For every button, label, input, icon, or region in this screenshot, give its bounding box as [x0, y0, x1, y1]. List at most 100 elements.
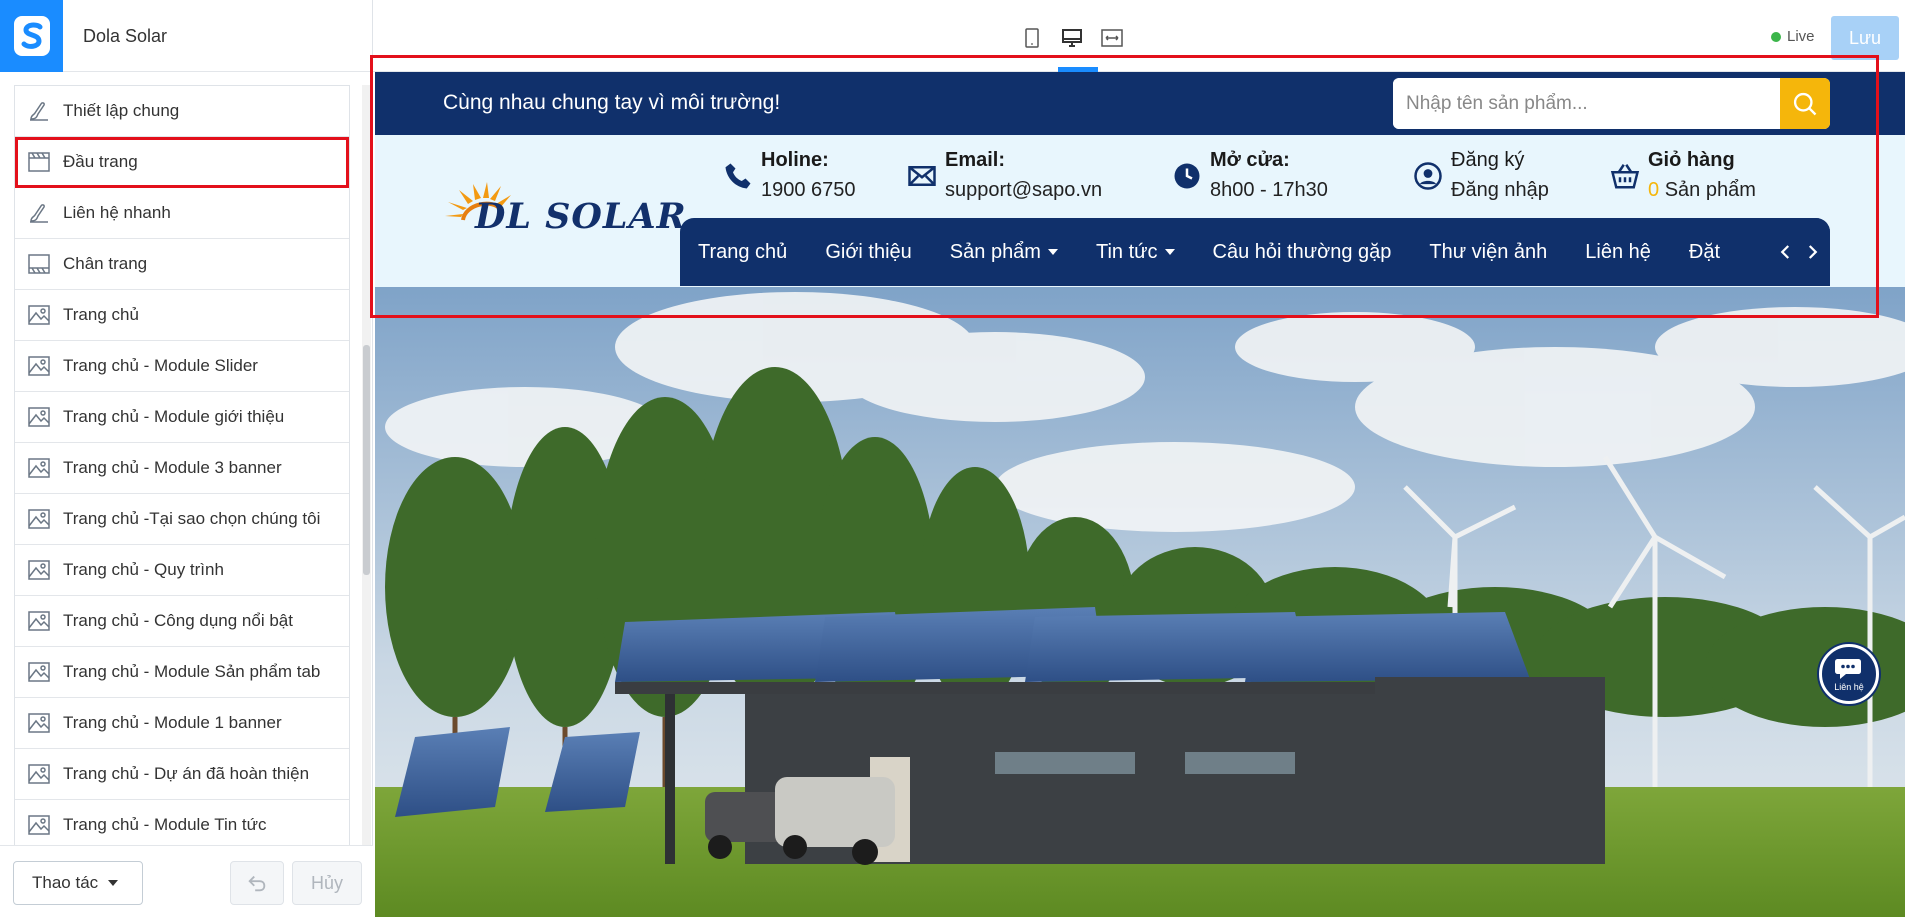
hotline-value: 1900 6750: [761, 179, 856, 201]
sidebar-scrollbar[interactable]: [362, 85, 371, 845]
sidebar-item-footer[interactable]: Chân trang: [15, 239, 349, 290]
desktop-icon[interactable]: [1059, 25, 1085, 51]
footer-icon: [27, 252, 51, 276]
sidebar-item-label: Trang chủ - Module 1 banner: [63, 713, 282, 732]
login-link[interactable]: Đăng nhập: [1451, 179, 1549, 202]
image-icon: [27, 660, 51, 684]
site-preview: Cùng nhau chung tay vì môi trường! DL SO…: [375, 72, 1905, 917]
image-icon: [27, 354, 51, 378]
register-link[interactable]: Đăng ký: [1451, 149, 1524, 172]
mobile-icon[interactable]: [1019, 25, 1045, 51]
image-icon: [27, 405, 51, 429]
sidebar-item-label: Liên hệ nhanh: [63, 203, 171, 222]
cart-summary: 0 Sản phẩm: [1648, 179, 1756, 202]
search-input[interactable]: [1393, 78, 1780, 129]
brush-icon: [27, 99, 51, 123]
site-logo[interactable]: DL SOLAR: [443, 180, 686, 245]
sidebar-item-label: Trang chủ - Module Tin tức: [63, 815, 267, 834]
nav-item-news[interactable]: Tin tức: [1096, 241, 1175, 264]
sidebar-item-home-product-tab[interactable]: Trang chủ - Module Sản phẩm tab: [15, 647, 349, 698]
cart-title: Giỏ hàng: [1648, 149, 1735, 171]
undo-button[interactable]: [230, 861, 284, 905]
sidebar-item-home-slider[interactable]: Trang chủ - Module Slider: [15, 341, 349, 392]
contact-fab-button[interactable]: Liên hệ: [1819, 644, 1879, 704]
sidebar-footer: Thao tác Hủy: [0, 845, 373, 917]
nav-item-label: Tin tức: [1095, 240, 1158, 263]
actions-dropdown[interactable]: Thao tác: [13, 861, 143, 905]
sidebar-item-label: Đầu trang: [63, 152, 138, 171]
nav-item-label: Liên hệ: [1585, 240, 1651, 263]
nav-item-faq[interactable]: Câu hỏi thường gặp: [1213, 241, 1392, 264]
cancel-button[interactable]: Hủy: [292, 861, 362, 905]
image-icon: [27, 711, 51, 735]
sidebar-header: Dola Solar: [0, 0, 373, 72]
contact-fab-label: Liên hệ: [1834, 681, 1864, 692]
sapo-logo-icon[interactable]: [0, 0, 63, 72]
sidebar-item-label: Trang chủ -Tại sao chọn chúng tôi: [63, 509, 321, 528]
sidebar-item-home-why-us[interactable]: Trang chủ -Tại sao chọn chúng tôi: [15, 494, 349, 545]
hero-banner-image: [375, 287, 1905, 917]
sidebar-item-home-1-banner[interactable]: Trang chủ - Module 1 banner: [15, 698, 349, 749]
chevron-left-icon[interactable]: [1777, 243, 1795, 261]
sidebar-item-home-3-banner[interactable]: Trang chủ - Module 3 banner: [15, 443, 349, 494]
open-value: 8h00 - 17h30: [1210, 179, 1328, 201]
nav-item-label: Sản phẩm: [949, 240, 1041, 263]
nav-item-label: Thư viện ảnh: [1429, 240, 1548, 263]
hotline-title: Holine:: [761, 149, 829, 171]
image-icon: [27, 456, 51, 480]
cart-count: 0: [1648, 179, 1660, 201]
sidebar-item-home-about[interactable]: Trang chủ - Module giới thiệu: [15, 392, 349, 443]
sidebar: Dola Solar Thiết lập chung Đầu trang Liê…: [0, 0, 373, 917]
caret-down-icon: [1164, 249, 1175, 255]
section-list: Thiết lập chung Đầu trang Liên hệ nhanh …: [14, 85, 350, 845]
sidebar-item-label: Trang chủ - Quy trình: [63, 560, 224, 579]
nav-item-about[interactable]: Giới thiệu: [825, 241, 911, 264]
top-bar: Cùng nhau chung tay vì môi trường!: [375, 72, 1905, 135]
image-icon: [27, 813, 51, 837]
user-icon: [1413, 161, 1443, 191]
theme-editor: Dola Solar Thiết lập chung Đầu trang Liê…: [0, 0, 1905, 917]
header-icon: [27, 150, 51, 174]
sidebar-item-home-news[interactable]: Trang chủ - Module Tin tức: [15, 800, 349, 845]
sidebar-item-header[interactable]: Đầu trang: [15, 137, 349, 188]
nav-item-label: Đặt: [1688, 240, 1721, 263]
main-nav: Trang chủ Giới thiệu Sản phẩm Tin tức Câ…: [680, 218, 1830, 286]
nav-item-home[interactable]: Trang chủ: [698, 241, 787, 264]
phone-icon: [723, 161, 753, 191]
actions-label: Thao tác: [32, 873, 99, 892]
email-title: Email:: [945, 149, 1006, 171]
editor-toolbar: Live Lưu: [373, 0, 1905, 72]
search-icon: [1793, 92, 1817, 115]
nav-item-contact[interactable]: Liên hệ: [1585, 241, 1651, 264]
cart-unit: Sản phẩm: [1664, 179, 1756, 201]
nav-scroll-arrows: [1768, 218, 1830, 286]
sidebar-item-label: Trang chủ - Module Sản phẩm tab: [63, 662, 321, 681]
sidebar-item-label: Trang chủ: [63, 305, 139, 324]
nav-item-label: Câu hỏi thường gặp: [1212, 240, 1392, 263]
nav-item-products[interactable]: Sản phẩm: [950, 241, 1058, 264]
search-button[interactable]: [1780, 78, 1830, 129]
save-button[interactable]: Lưu: [1831, 16, 1899, 60]
scrollbar-thumb[interactable]: [363, 345, 370, 575]
sidebar-item-general-settings[interactable]: Thiết lập chung: [15, 86, 349, 137]
caret-down-icon: [108, 880, 119, 886]
sidebar-item-quick-contact[interactable]: Liên hệ nhanh: [15, 188, 349, 239]
site-header: DL SOLAR Holine: 1900 6750 Email: suppor…: [375, 135, 1905, 287]
fullwidth-icon[interactable]: [1099, 25, 1125, 51]
live-dot-icon: [1771, 31, 1781, 42]
chevron-right-icon[interactable]: [1803, 243, 1821, 261]
email-value: support@sapo.vn: [945, 179, 1103, 201]
live-label: Live: [1787, 28, 1815, 45]
sidebar-item-home[interactable]: Trang chủ: [15, 290, 349, 341]
open-title: Mở cửa:: [1210, 149, 1290, 171]
sidebar-item-home-process[interactable]: Trang chủ - Quy trình: [15, 545, 349, 596]
search-box: [1393, 78, 1830, 129]
nav-item-booking[interactable]: Đặt: [1689, 241, 1720, 264]
sidebar-item-label: Trang chủ - Module giới thiệu: [63, 407, 285, 426]
nav-item-gallery[interactable]: Thư viện ảnh: [1429, 241, 1547, 264]
sidebar-item-label: Trang chủ - Module 3 banner: [63, 458, 282, 477]
image-icon: [27, 609, 51, 633]
sidebar-item-home-features[interactable]: Trang chủ - Công dụng nổi bật: [15, 596, 349, 647]
sidebar-item-label: Trang chủ - Module Slider: [63, 356, 258, 375]
sidebar-item-home-projects[interactable]: Trang chủ - Dự án đã hoàn thiện: [15, 749, 349, 800]
